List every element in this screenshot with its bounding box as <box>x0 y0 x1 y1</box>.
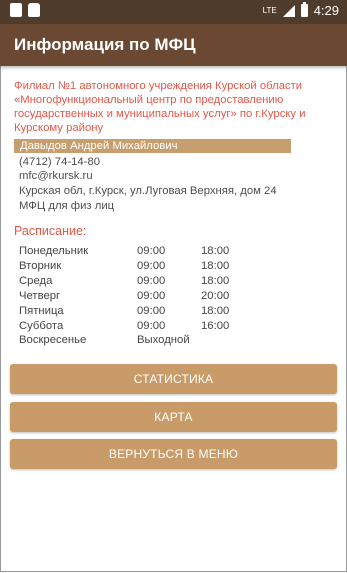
schedule-open: 09:00 <box>137 245 166 257</box>
schedule-open: 09:00 <box>137 305 166 317</box>
office-phone: (4712) 74-14-80 <box>19 156 101 168</box>
schedule-day: Воскресенье <box>19 334 87 346</box>
schedule-close: 16:00 <box>201 320 230 332</box>
schedule-close: 20:00 <box>201 290 230 302</box>
office-type: МФЦ для физ лиц <box>19 200 115 212</box>
schedule-open: Выходной <box>137 334 190 346</box>
status-bar: LTE 4:29 <box>0 0 347 24</box>
page-title: Информация по МФЦ <box>14 35 196 54</box>
signal-icon <box>282 4 295 17</box>
schedule-open: 09:00 <box>137 320 166 332</box>
schedule-day: Вторник <box>19 260 62 272</box>
schedule-day: Четверг <box>19 290 61 302</box>
network-type: LTE <box>262 5 277 15</box>
map-button[interactable]: КАРТА <box>10 402 337 432</box>
android-icon <box>28 3 40 17</box>
office-address: Курская обл, г.Курск, ул.Луговая Верхняя… <box>19 185 277 197</box>
schedule-day: Суббота <box>19 320 64 332</box>
statistics-button[interactable]: СТАТИСТИКА <box>10 364 337 394</box>
schedule-open: 09:00 <box>137 260 166 272</box>
schedule-open: 09:00 <box>137 275 166 287</box>
app-bar: Информация по МФЦ <box>0 24 347 66</box>
schedule-close: 18:00 <box>201 275 230 287</box>
notification-icon <box>10 3 22 17</box>
schedule-close: 18:00 <box>201 260 230 272</box>
schedule-day: Среда <box>19 275 53 287</box>
schedule-close: 18:00 <box>201 245 230 257</box>
status-time: 4:29 <box>313 3 339 18</box>
schedule-day: Понедельник <box>19 245 89 257</box>
office-name: Филиал №1 автономного учреждения Курской… <box>14 80 306 134</box>
office-email: mfc@rkursk.ru <box>19 170 93 182</box>
schedule-open: 09:00 <box>137 290 166 302</box>
schedule-title: Расписание: <box>14 224 87 238</box>
back-to-menu-button[interactable]: ВЕРНУТЬСЯ В МЕНЮ <box>10 439 337 469</box>
schedule-day: Пятница <box>19 305 64 317</box>
office-head-highlight: Давыдов Андрей Михайлович <box>14 139 291 153</box>
office-head: Давыдов Андрей Михайлович <box>20 140 178 152</box>
battery-icon <box>300 2 308 17</box>
schedule-close: 18:00 <box>201 305 230 317</box>
